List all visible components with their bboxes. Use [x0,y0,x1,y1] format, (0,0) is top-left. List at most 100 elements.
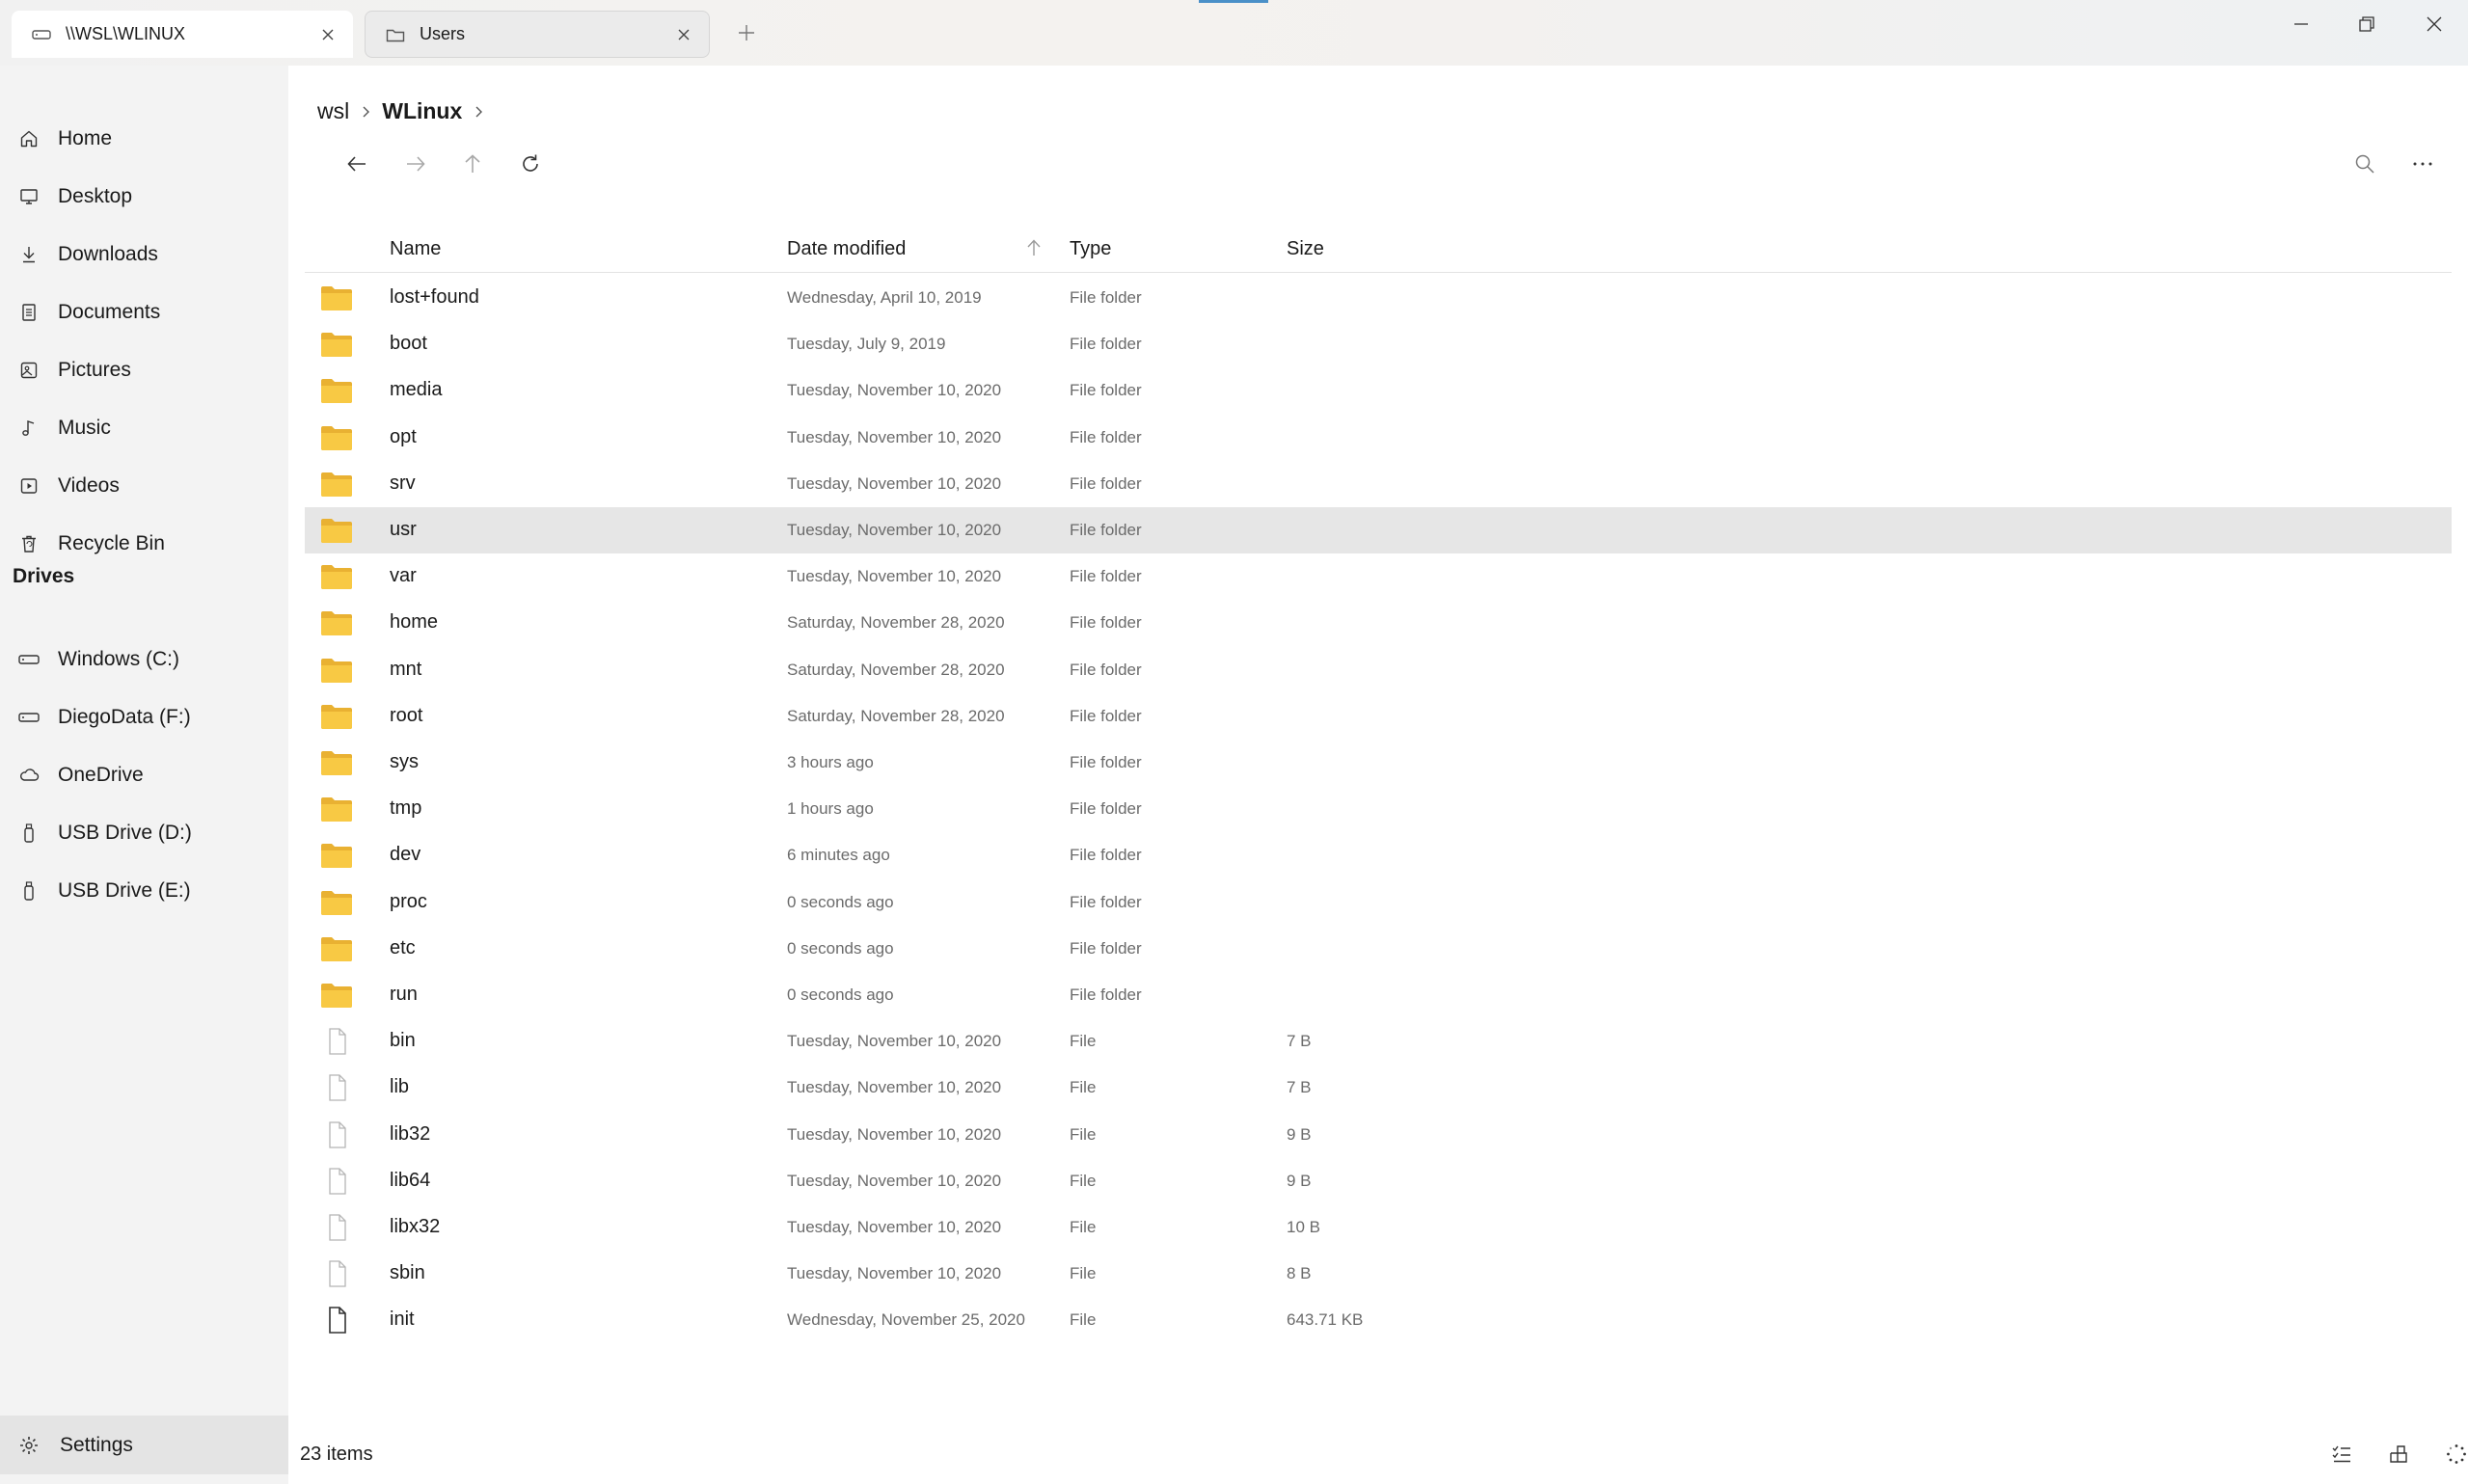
file-name: usr [390,519,417,540]
arrow-right-icon [407,156,425,172]
file-date-modified: Tuesday, November 10, 2020 [787,474,1002,493]
new-tab-button[interactable] [729,15,764,50]
file-row-bin[interactable]: bin Tuesday, November 10, 2020 File 7 B [305,1018,2452,1065]
file-row-usr[interactable]: usr Tuesday, November 10, 2020 File folder [305,507,2452,553]
sidebar-item-recycle-bin[interactable]: Recycle Bin [0,519,288,569]
file-type: File folder [1070,893,1142,911]
file-name: mnt [390,659,422,680]
file-row-lib32[interactable]: lib32 Tuesday, November 10, 2020 File 9 B [305,1112,2452,1158]
select-mode-button[interactable] [2320,1433,2363,1475]
layout-mode-button[interactable] [2377,1433,2420,1475]
sidebar-item-windows-c[interactable]: Windows (C:) [0,634,288,685]
file-row-proc[interactable]: proc 0 seconds ago File folder [305,879,2452,926]
file-type: File folder [1070,335,1142,353]
status-center-button[interactable] [2435,1433,2468,1475]
drive-icon [17,648,41,671]
file-row-tmp[interactable]: tmp 1 hours ago File folder [305,786,2452,832]
file-row-srv[interactable]: srv Tuesday, November 10, 2020 File folder [305,461,2452,507]
tab-label: \\WSL\WLINUX [66,24,186,43]
folder-icon [320,470,353,499]
sidebar-item-downloads[interactable]: Downloads [0,229,288,280]
file-row-opt[interactable]: opt Tuesday, November 10, 2020 File folder [305,415,2452,461]
folder-icon [320,841,353,870]
chevron-right-icon [361,105,370,119]
file-row-sbin[interactable]: sbin Tuesday, November 10, 2020 File 8 B [305,1251,2452,1297]
file-date-modified: 0 seconds ago [787,985,894,1004]
column-header-date[interactable]: Date modified [787,238,906,260]
file-row-boot[interactable]: boot Tuesday, July 9, 2019 File folder [305,321,2452,367]
refresh-button[interactable] [509,143,552,185]
sidebar-item-usb-d[interactable]: USB Drive (D:) [0,808,288,858]
file-row-libx32[interactable]: libx32 Tuesday, November 10, 2020 File 10 B [305,1204,2452,1251]
file-name: bin [390,1030,416,1051]
sidebar-item-desktop[interactable]: Desktop [0,172,288,222]
file-row-dev[interactable]: dev 6 minutes ago File folder [305,832,2452,878]
file-row-mnt[interactable]: mnt Saturday, November 28, 2020 File folde… [305,647,2452,693]
column-header-type[interactable]: Type [1070,238,1111,260]
file-date-modified: 0 seconds ago [787,939,894,958]
sidebar-item-usb-e[interactable]: USB Drive (E:) [0,866,288,916]
file-date-modified: Tuesday, July 9, 2019 [787,335,946,353]
chevron-right-icon[interactable] [474,105,483,119]
sidebar-item-documents[interactable]: Documents [0,287,288,337]
sidebar-item-pictures[interactable]: Pictures [0,345,288,395]
file-name: srv [390,472,416,494]
sidebar-item-onedrive[interactable]: OneDrive [0,750,288,800]
sidebar-item-settings[interactable]: Settings [0,1416,288,1474]
plus-icon [739,25,754,40]
file-row-media[interactable]: media Tuesday, November 10, 2020 File fold… [305,367,2452,414]
minimize-button[interactable] [2268,0,2334,48]
sidebar-item-label: Desktop [58,185,133,207]
file-icon [320,1167,353,1196]
back-button[interactable] [336,143,378,185]
column-header-name[interactable]: Name [390,238,441,260]
sidebar-item-label: OneDrive [58,764,144,786]
file-row-home[interactable]: home Saturday, November 28, 2020 File fold… [305,600,2452,646]
file-date-modified: Tuesday, November 10, 2020 [787,1218,1002,1236]
file-type: File [1070,1264,1097,1282]
tab-users[interactable]: Users [365,11,710,58]
file-row-lib[interactable]: lib Tuesday, November 10, 2020 File 7 B [305,1065,2452,1111]
file-name: lost+found [390,286,479,308]
close-tab-icon[interactable] [664,15,703,54]
up-button[interactable] [451,143,494,185]
folder-icon [320,376,353,405]
sidebar-item-music[interactable]: Music [0,403,288,453]
breadcrumb-item-wlinux[interactable]: WLinux [382,98,462,124]
sidebar-item-diegodata-f[interactable]: DiegoData (F:) [0,692,288,742]
folder-icon [320,934,353,963]
file-row-run[interactable]: run 0 seconds ago File folder [305,972,2452,1018]
close-window-button[interactable] [2401,0,2467,48]
file-row-sys[interactable]: sys 3 hours ago File folder [305,740,2452,786]
file-type: File folder [1070,381,1142,399]
forward-button[interactable] [394,143,437,185]
sidebar-item-videos[interactable]: Videos [0,461,288,511]
recycle-bin-icon [17,532,41,555]
folder-icon [320,888,353,917]
file-name: media [390,379,443,400]
file-row-root[interactable]: root Saturday, November 28, 2020 File fold… [305,693,2452,740]
sort-ascending-icon[interactable] [1022,236,1045,259]
file-row-lost-found[interactable]: lost+found Wednesday, April 10, 2019 File … [305,275,2452,321]
arrow-left-icon [347,156,366,172]
breadcrumb-item-wsl[interactable]: wsl [317,98,349,124]
column-header-size[interactable]: Size [1287,238,1324,260]
file-row-lib64[interactable]: lib64 Tuesday, November 10, 2020 File 9 B [305,1158,2452,1204]
sidebar-item-home[interactable]: Home [0,114,288,164]
tab-wsl-wlinux[interactable]: \\WSL\WLINUX [12,11,353,58]
file-date-modified: Tuesday, November 10, 2020 [787,381,1002,399]
more-options-button[interactable] [2401,143,2444,185]
file-type: File folder [1070,567,1142,585]
close-tab-icon[interactable] [309,15,347,54]
restore-button[interactable] [2334,0,2400,48]
file-row-init[interactable]: init Wednesday, November 25, 2020 File 643.… [305,1297,2452,1343]
file-date-modified: 3 hours ago [787,753,874,771]
file-type: File [1070,1125,1097,1144]
file-row-etc[interactable]: etc 0 seconds ago File folder [305,926,2452,972]
search-button[interactable] [2344,143,2386,185]
layout-icon [2390,1445,2407,1463]
file-type: File folder [1070,985,1142,1004]
file-row-var[interactable]: var Tuesday, November 10, 2020 File folder [305,553,2452,600]
file-name: home [390,611,439,633]
file-date-modified: Saturday, November 28, 2020 [787,661,1005,679]
